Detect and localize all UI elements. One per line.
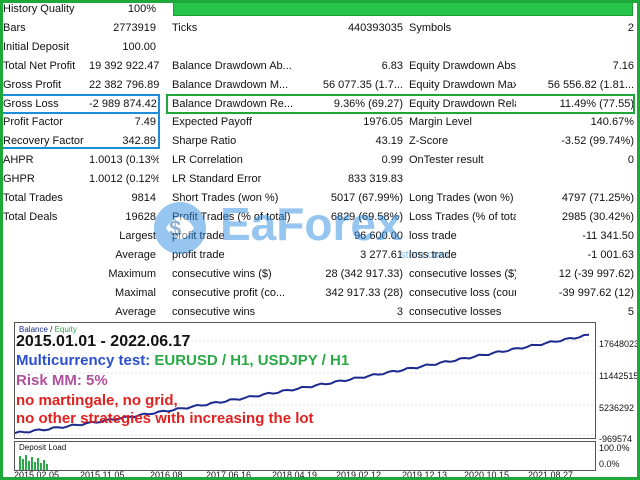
screenshot-frame — [0, 0, 640, 480]
